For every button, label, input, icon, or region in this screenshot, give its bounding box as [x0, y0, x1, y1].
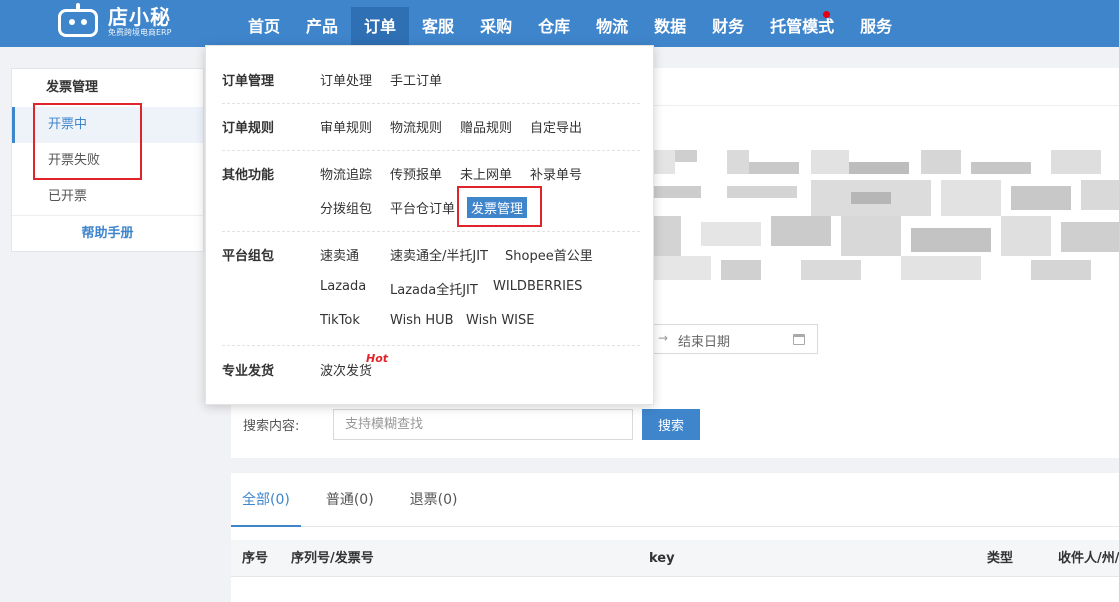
menu-item-aliexpress[interactable]: 速卖通: [320, 245, 359, 264]
hot-badge: Hot: [366, 352, 389, 365]
menu-item-not-online[interactable]: 未上网单: [460, 164, 512, 183]
main-nav: 首页 产品 订单 客服 采购 仓库 物流 数据 财务 托管模式 服务: [235, 7, 905, 47]
calendar-icon: [793, 334, 805, 345]
menu-category-professional-shipping: 专业发货: [222, 364, 275, 379]
divider: [222, 345, 640, 346]
menu-item-manual-order[interactable]: 手工订单: [390, 70, 442, 89]
nav-item-purchase[interactable]: 采购: [467, 7, 525, 47]
logo-name: 店小秘: [108, 5, 171, 29]
annotation-box-invoice-menu: [457, 186, 542, 227]
result-panel: 全部(0) 普通(0) 退票(0) 序号 序列号/发票号 key 类型 收件人/…: [231, 473, 1119, 602]
help-manual-link[interactable]: 帮助手册: [12, 215, 203, 251]
menu-item-allocation-package[interactable]: 分拨组包: [320, 198, 372, 217]
search-input[interactable]: [333, 409, 633, 440]
nav-item-data[interactable]: 数据: [641, 7, 699, 47]
menu-item-supplement-tracking[interactable]: 补录单号: [530, 164, 582, 183]
nav-item-hosting-mode-label: 托管模式: [770, 17, 835, 36]
menu-item-review-rules[interactable]: 审单规则: [320, 117, 372, 136]
menu-item-aliexpress-jit[interactable]: 速卖通全/半托JIT: [390, 245, 488, 264]
column-header-key: key: [649, 551, 675, 566]
annotation-box-sidebar: [33, 103, 142, 180]
divider: [222, 103, 640, 104]
menu-item-tiktok[interactable]: TikTok: [320, 313, 360, 328]
nav-item-home[interactable]: 首页: [235, 7, 293, 47]
nav-item-order[interactable]: 订单: [351, 7, 410, 47]
invoice-tabs: 全部(0) 普通(0) 退票(0): [231, 473, 1119, 527]
divider: [222, 231, 640, 232]
order-dropdown-menu: 订单管理 订单处理 手工订单 订单规则 审单规则 物流规则 赠品规则 自定导出 …: [205, 45, 654, 405]
tab-all[interactable]: 全部(0): [231, 473, 301, 527]
menu-item-shopee-first-mile[interactable]: Shopee首公里: [505, 245, 593, 264]
column-header-recipient: 收件人/州/省: [1058, 551, 1119, 566]
divider: [222, 150, 640, 151]
nav-item-services[interactable]: 服务: [847, 7, 905, 47]
nav-item-product[interactable]: 产品: [293, 7, 351, 47]
menu-item-wave-shipping[interactable]: 波次发货: [320, 360, 372, 379]
tab-normal[interactable]: 普通(0): [315, 473, 385, 527]
menu-item-wish-hub[interactable]: Wish HUB: [390, 313, 454, 328]
column-header-index: 序号: [242, 551, 269, 566]
sidebar-title: 发票管理: [46, 80, 99, 95]
nav-item-service[interactable]: 客服: [409, 7, 467, 47]
menu-item-wish-wise[interactable]: Wish WISE: [466, 313, 534, 328]
nav-item-finance[interactable]: 财务: [699, 7, 757, 47]
menu-category-order-rules: 订单规则: [222, 121, 275, 136]
menu-category-platform-package: 平台组包: [222, 249, 275, 264]
search-button[interactable]: 搜索: [642, 409, 700, 440]
nav-item-hosting-mode[interactable]: 托管模式: [757, 7, 847, 47]
top-navigation-bar: 店小秘 免费跨境电商ERP 首页 产品 订单 客服 采购 仓库 物流 数据 财务…: [0, 0, 1119, 47]
menu-item-logistics-rules[interactable]: 物流规则: [390, 117, 442, 136]
menu-item-gift-rules[interactable]: 赠品规则: [460, 117, 512, 136]
column-header-serial-invoice-no: 序列号/发票号: [291, 551, 374, 566]
menu-item-upload-forecast[interactable]: 传预报单: [390, 164, 442, 183]
table-header: 序号 序列号/发票号 key 类型 收件人/州/省: [231, 540, 1119, 577]
pixelated-content: [651, 150, 1119, 280]
app-logo[interactable]: 店小秘 免费跨境电商ERP: [54, 2, 171, 42]
sidebar-item-invoiced[interactable]: 已开票: [12, 179, 203, 215]
arrow-right-icon: →: [658, 331, 669, 345]
end-date-picker[interactable]: → 结束日期: [651, 324, 818, 354]
nav-item-warehouse[interactable]: 仓库: [525, 7, 583, 47]
robot-logo-icon: [54, 3, 102, 41]
tab-refund[interactable]: 退票(0): [399, 473, 469, 527]
end-date-placeholder: 结束日期: [678, 335, 731, 350]
menu-item-platform-warehouse-order[interactable]: 平台仓订单: [390, 198, 455, 217]
menu-item-wildberries[interactable]: WILDBERRIES: [493, 279, 582, 294]
menu-item-custom-export[interactable]: 自定导出: [530, 117, 582, 136]
menu-item-logistics-tracking[interactable]: 物流追踪: [320, 164, 372, 183]
menu-item-order-processing[interactable]: 订单处理: [320, 70, 372, 89]
column-header-type: 类型: [987, 551, 1014, 566]
menu-item-lazada-jit[interactable]: Lazada全托JIT: [390, 279, 478, 298]
menu-category-other-functions: 其他功能: [222, 168, 275, 183]
logo-tagline: 免费跨境电商ERP: [108, 28, 172, 37]
nav-item-logistics[interactable]: 物流: [583, 7, 641, 47]
search-label: 搜索内容:: [243, 419, 300, 434]
menu-category-order-management: 订单管理: [222, 74, 275, 89]
menu-item-lazada[interactable]: Lazada: [320, 279, 366, 294]
